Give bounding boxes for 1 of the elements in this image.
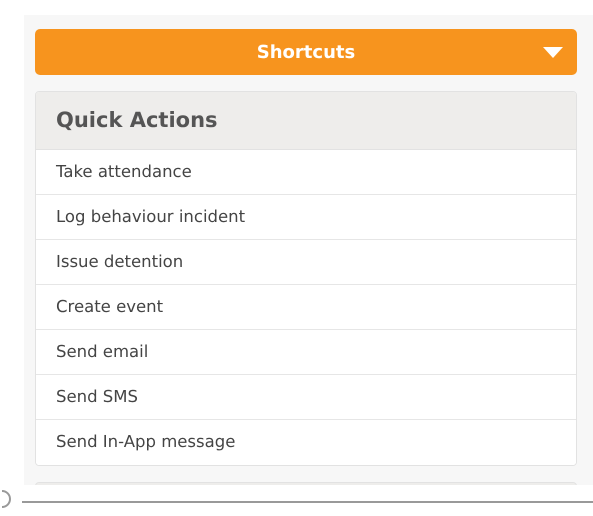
card-title: Quick Actions [56,108,218,134]
